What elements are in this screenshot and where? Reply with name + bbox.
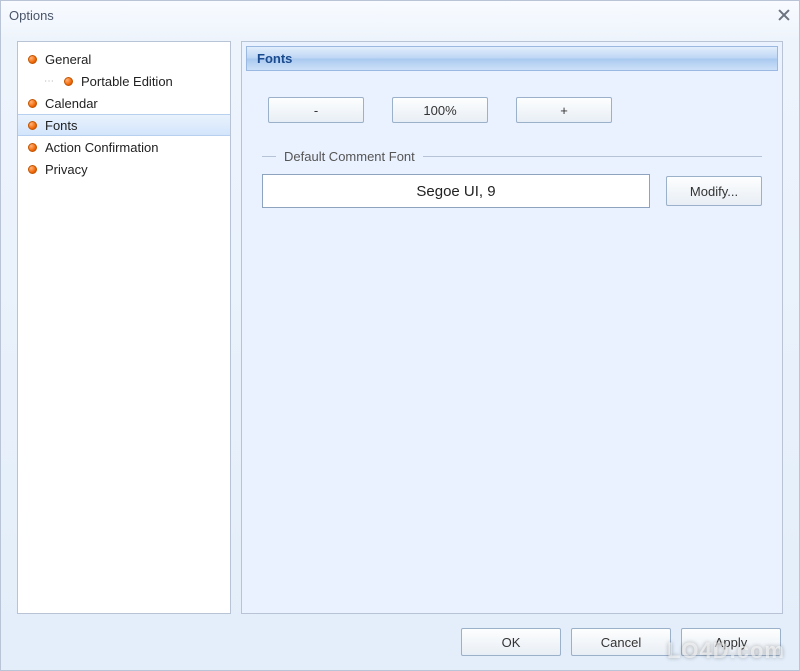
sidebar-item-label: Action Confirmation [45, 140, 158, 155]
fieldset-legend-row: Default Comment Font [262, 149, 762, 164]
close-icon[interactable] [777, 8, 791, 22]
bullet-icon [28, 121, 37, 130]
dialog-footer: OK Cancel Apply [461, 628, 781, 656]
sidebar-item-label: Fonts [45, 118, 78, 133]
sidebar-item-label: Portable Edition [81, 74, 173, 89]
bullet-icon [28, 99, 37, 108]
main-panel: Fonts - 100% + Default Comment Font Sego… [241, 41, 783, 614]
panel-header: Fonts [246, 46, 778, 71]
rule-line [262, 156, 276, 157]
options-window: Options General ⋯ Portable Edition Calendar… [0, 0, 800, 671]
fieldset-legend: Default Comment Font [284, 149, 415, 164]
tree-connector-icon: ⋯ [44, 76, 54, 87]
zoom-controls: - 100% + [244, 73, 780, 143]
sidebar-item-privacy[interactable]: Privacy [18, 158, 230, 180]
sidebar-item-label: Privacy [45, 162, 88, 177]
ok-button[interactable]: OK [461, 628, 561, 656]
window-title: Options [9, 8, 777, 23]
default-comment-font-group: Default Comment Font Segoe UI, 9 Modify.… [262, 149, 762, 212]
sidebar-item-fonts[interactable]: Fonts [18, 114, 230, 136]
zoom-in-button[interactable]: + [516, 97, 612, 123]
zoom-value-button[interactable]: 100% [392, 97, 488, 123]
bullet-icon [64, 77, 73, 86]
sidebar: General ⋯ Portable Edition Calendar Fonts Act… [17, 41, 231, 614]
body-area: General ⋯ Portable Edition Calendar Fonts Act… [17, 41, 783, 614]
cancel-button[interactable]: Cancel [571, 628, 671, 656]
sidebar-item-action-confirmation[interactable]: Action Confirmation [18, 136, 230, 158]
sidebar-item-calendar[interactable]: Calendar [18, 92, 230, 114]
sidebar-item-general[interactable]: General [18, 48, 230, 70]
modify-button[interactable]: Modify... [666, 176, 762, 206]
fieldset-body: Segoe UI, 9 Modify... [262, 164, 762, 212]
sidebar-item-label: General [45, 52, 91, 67]
bullet-icon [28, 143, 37, 152]
bullet-icon [28, 55, 37, 64]
sidebar-item-label: Calendar [45, 96, 98, 111]
apply-button[interactable]: Apply [681, 628, 781, 656]
bullet-icon [28, 165, 37, 174]
rule-line [423, 156, 762, 157]
titlebar: Options [1, 1, 799, 29]
font-display: Segoe UI, 9 [262, 174, 650, 208]
zoom-out-button[interactable]: - [268, 97, 364, 123]
sidebar-item-portable-edition[interactable]: ⋯ Portable Edition [18, 70, 230, 92]
